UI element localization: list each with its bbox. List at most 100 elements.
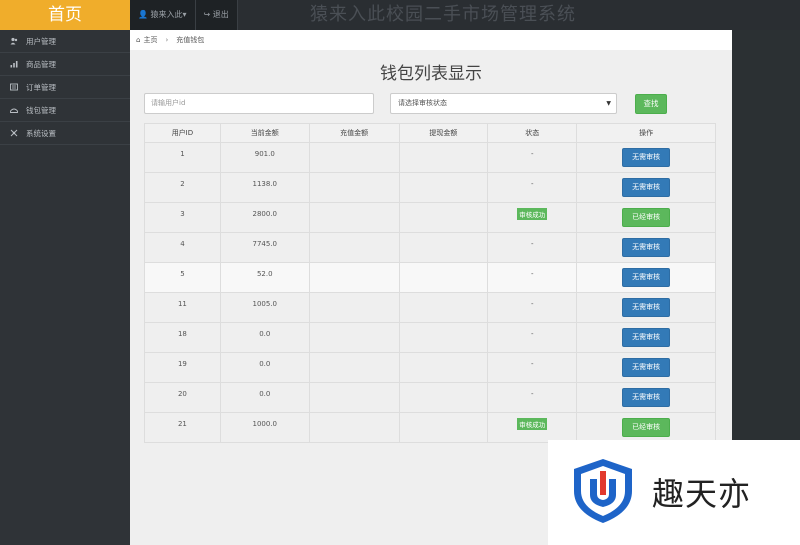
cell-action: 无需审核: [576, 172, 716, 203]
status-select[interactable]: 请选择审核状态 ▼: [390, 93, 617, 114]
status-badge: 审核成功: [517, 418, 548, 430]
breadcrumb-separator: ›: [165, 36, 169, 44]
logout-button[interactable]: ↪ 退出: [195, 0, 238, 30]
cell-withdraw: [398, 202, 489, 233]
cell-status: -: [487, 172, 578, 203]
sidebar-item-label: 钱包管理: [26, 105, 56, 115]
no-review-button[interactable]: 无需审核: [622, 388, 671, 407]
caret-down-icon: ▼: [606, 100, 611, 107]
sidebar-item-label: 商品管理: [26, 59, 56, 69]
search-button[interactable]: 查找: [635, 94, 667, 114]
cell-recharge: [308, 232, 400, 263]
cell-balance: 0.0: [219, 322, 310, 353]
header-recharge: 充值金额: [308, 123, 400, 143]
sidebar: 用户管理 商品管理 订单管理 钱包管理 系统设置: [0, 30, 130, 545]
cell-withdraw: [398, 292, 489, 323]
cell-action: 无需审核: [576, 232, 716, 263]
sidebar-item-users[interactable]: 用户管理: [0, 30, 130, 53]
no-review-button[interactable]: 无需审核: [622, 268, 671, 287]
cell-withdraw: [398, 172, 489, 203]
status-text: -: [530, 270, 534, 278]
table-row: 11 1005.0 - 无需审核: [144, 292, 716, 323]
cell-balance: 0.0: [219, 352, 310, 383]
cell-recharge: [308, 352, 400, 383]
cell-balance: 0.0: [219, 382, 310, 413]
cell-recharge: [308, 322, 400, 353]
header-status: 状态: [487, 123, 578, 143]
breadcrumb-home[interactable]: 主页: [143, 30, 157, 50]
cell-balance: 52.0: [219, 262, 310, 293]
no-review-button[interactable]: 无需审核: [622, 178, 671, 197]
cell-balance: 7745.0: [219, 232, 310, 263]
logout-label: 退出: [212, 10, 229, 19]
shield-logo-icon: [574, 459, 632, 523]
cell-status: -: [487, 232, 578, 263]
sidebar-item-products[interactable]: 商品管理: [0, 53, 130, 76]
reviewed-button[interactable]: 已经审核: [622, 418, 671, 437]
list-icon: [10, 83, 18, 91]
cell-action: 无需审核: [576, 142, 716, 173]
header-withdraw: 提现金额: [398, 123, 489, 143]
user-id-input[interactable]: 请输用户id: [144, 93, 374, 114]
breadcrumb-current: 充值钱包: [176, 36, 205, 44]
table-row: 4 7745.0 - 无需审核: [144, 232, 716, 263]
cell-recharge: [308, 382, 400, 413]
sidebar-item-label: 用户管理: [26, 36, 56, 46]
cell-recharge: [308, 412, 400, 443]
sidebar-item-wallet[interactable]: 钱包管理: [0, 99, 130, 122]
table-row: 18 0.0 - 无需审核: [144, 322, 716, 353]
cell-user-id: 5: [144, 262, 221, 293]
cell-status: -: [487, 352, 578, 383]
cell-balance: 1005.0: [219, 292, 310, 323]
cell-user-id: 20: [144, 382, 221, 413]
no-review-button[interactable]: 无需审核: [622, 238, 671, 257]
breadcrumb: ⌂ 主页 › 充值钱包: [130, 30, 732, 50]
no-review-button[interactable]: 无需审核: [622, 298, 671, 317]
status-text: -: [530, 390, 534, 398]
sidebar-item-settings[interactable]: 系统设置: [0, 122, 130, 145]
cell-withdraw: [398, 352, 489, 383]
cell-balance: 1000.0: [219, 412, 310, 443]
cell-withdraw: [398, 382, 489, 413]
header-action: 操作: [576, 123, 716, 143]
status-text: -: [530, 180, 534, 188]
table-row: 2 1138.0 - 无需审核: [144, 172, 716, 203]
cell-user-id: 3: [144, 202, 221, 233]
cell-recharge: [308, 292, 400, 323]
no-review-button[interactable]: 无需审核: [622, 358, 671, 377]
cell-action: 已经审核: [576, 202, 716, 233]
status-select-value: 请选择审核状态: [398, 99, 447, 107]
wallet-icon: [10, 106, 18, 114]
user-menu-button[interactable]: 👤 猿来入此▾: [130, 0, 196, 30]
header-user-id: 用户ID: [144, 123, 221, 143]
cell-status: 审核成功: [487, 202, 578, 233]
cell-user-id: 11: [144, 292, 221, 323]
cell-withdraw: [398, 412, 489, 443]
cell-status: -: [487, 142, 578, 173]
page-title: 钱包列表显示: [380, 64, 482, 84]
user-menu-label: 猿来入此▾: [150, 10, 187, 19]
filter-bar: 请输用户id 请选择审核状态 ▼ 查找: [144, 93, 704, 115]
header-balance: 当前金额: [219, 123, 310, 143]
table-row: 21 1000.0 审核成功 已经审核: [144, 412, 716, 443]
sidebar-item-label: 系统设置: [26, 128, 56, 138]
user-icon: 👤: [138, 10, 148, 19]
top-bar: 首页 👤 猿来入此▾ ↪ 退出 猿来入此校园二手市场管理系统: [0, 0, 800, 30]
reviewed-button[interactable]: 已经审核: [622, 208, 671, 227]
cell-withdraw: [398, 262, 489, 293]
sidebar-item-orders[interactable]: 订单管理: [0, 76, 130, 99]
cell-user-id: 19: [144, 352, 221, 383]
status-text: -: [530, 300, 534, 308]
table-row: 19 0.0 - 无需审核: [144, 352, 716, 383]
cell-user-id: 4: [144, 232, 221, 263]
status-text: -: [530, 240, 534, 248]
top-nav: 👤 猿来入此▾ ↪ 退出: [130, 0, 238, 30]
cell-action: 无需审核: [576, 382, 716, 413]
brand-home-link[interactable]: 首页: [0, 0, 130, 30]
no-review-button[interactable]: 无需审核: [622, 148, 671, 167]
cell-action: 已经审核: [576, 412, 716, 443]
users-icon: [10, 37, 18, 45]
no-review-button[interactable]: 无需审核: [622, 328, 671, 347]
cell-withdraw: [398, 142, 489, 173]
status-text: -: [530, 150, 534, 158]
